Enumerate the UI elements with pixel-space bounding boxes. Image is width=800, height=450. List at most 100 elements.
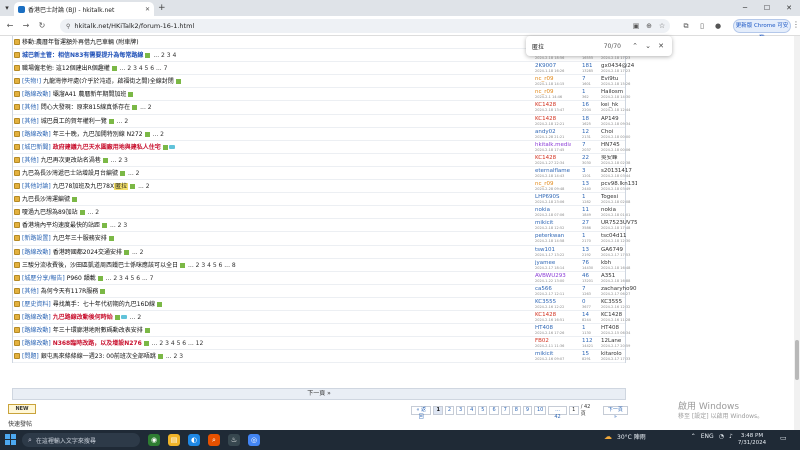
bookmark-star-icon[interactable]: ☆ [656, 20, 668, 32]
last-post-date[interactable]: 2024-2-15 06:34 [601, 331, 637, 336]
pager-page[interactable]: 9 [522, 406, 532, 415]
thread-row[interactable]: 九巴為長沙灣遞巴士站增設月台編號 ... 2 eternalflame 2024-2-… [13, 166, 632, 181]
thread-title[interactable]: 職場僱老他: 這12個建出R個趣權 [22, 65, 110, 72]
thread-category[interactable]: [路線改動] [22, 249, 51, 256]
thread-title[interactable]: 三駿分流收費後，沙田區凱道周西鐵巴士係咪應該可以全日 [22, 262, 178, 269]
pager-page[interactable]: 10 [534, 406, 547, 415]
notification-icon[interactable]: ▭ [780, 434, 787, 442]
thread-title[interactable]: 九巴78加班及九巴78X [53, 183, 114, 190]
thread-row[interactable]: [其他] 九巴再次更改站名渦巷 ... 2 3 KC1428 2024-1-27 22:… [13, 153, 630, 167]
thread-pages[interactable]: ... 2 3 [110, 222, 127, 229]
thread-title[interactable]: N368臨時改路，以及增設N276 [53, 340, 142, 347]
weather-icon[interactable]: ☁ [604, 432, 612, 441]
file-explorer-icon[interactable]: ▤ [168, 434, 180, 446]
author-name[interactable]: AVBWU293 [535, 273, 571, 279]
thread-title[interactable]: 壩溜A41 農曆新年期間加班 [53, 91, 127, 98]
thread-category[interactable]: [路線改動] [22, 91, 51, 98]
thread-row[interactable]: [路線改動] N368臨時改路，以及增設N276 ... 2 3 4 5 6 ...… [13, 337, 630, 351]
reload-icon[interactable]: ↻ [36, 20, 48, 32]
pager-page[interactable]: 8 [511, 406, 521, 415]
last-post-date[interactable]: 2024-2-18 16:88 [601, 279, 637, 284]
thread-title[interactable]: 九巴路線改動後何時始 [53, 314, 113, 321]
thread-pages[interactable]: ... 2 [153, 131, 164, 138]
last-post-date[interactable]: 2024-2-18 15:26 [601, 82, 637, 87]
thread-pages[interactable]: ... 2 [88, 209, 99, 216]
close-tab-icon[interactable]: ✕ [145, 6, 150, 13]
thread-title[interactable]: 移動:農曆年暫運額外再借九巴車輛 (附車牌) [22, 39, 139, 46]
last-post-date[interactable]: 2024-2-18 00:06 [601, 148, 637, 153]
last-post-date[interactable]: 2024-2-18 01:01 [601, 213, 637, 218]
last-post-date[interactable]: 2024-2-18 12:30 [601, 239, 637, 244]
new-thread-button[interactable]: NEW [8, 404, 36, 414]
back-icon[interactable]: ← [4, 20, 16, 32]
last-post-date[interactable]: 2024-2-18 03:49 [601, 187, 637, 192]
thread-title[interactable]: P960 韻載 [67, 275, 96, 282]
thread-row[interactable]: 九巴長沙灣運編號 LHP690S 2024-2-18 23:06 1 1282 Toges… [13, 193, 630, 207]
thread-category[interactable]: [其他] [22, 157, 39, 164]
thread-row[interactable]: [路線改動] 九巴路線改動後何時始 ... 2 KC1428 2024-2-16 16:… [13, 310, 630, 325]
thread-title[interactable]: 九巴年三十服務安排 [53, 235, 107, 242]
last-post-date[interactable]: 2024-2-17 06:27 [601, 292, 637, 297]
thread-category[interactable]: [其他討論] [22, 183, 51, 190]
last-post-date[interactable]: 2024-2-17 20:59 [601, 344, 637, 349]
tab-list-icon[interactable]: ▾ [2, 3, 12, 13]
thread-row[interactable]: [路線改動] 香港跨國都2024交通安排 ... 2 tsw101 2024-1-17 … [13, 245, 630, 259]
pager-page[interactable]: 3 [456, 406, 466, 415]
thread-row[interactable]: [路線改動] 年三十環廊港地附數碼動改表安排 HT408 2024-2-16 17:2… [13, 324, 630, 338]
address-bar[interactable]: ⚲ hkitalk.net/HKiTalk2/forum-16-1.html [60, 19, 670, 33]
last-post-date[interactable]: 2024-2-17 17:53 [601, 253, 637, 258]
last-post-date[interactable]: 2024-2-18 02:38 [601, 161, 637, 166]
wifi-icon[interactable]: ◔ [719, 433, 724, 440]
thread-pages[interactable]: ... 2 3 4 5 6 ... 12 [152, 340, 204, 347]
pager-page[interactable]: 4 [467, 406, 477, 415]
thread-pages[interactable]: ... 2 3 [166, 353, 183, 360]
maximize-icon[interactable]: ☐ [756, 0, 778, 16]
language-indicator[interactable]: ENG [701, 433, 714, 440]
find-next-icon[interactable]: ⌄ [643, 42, 653, 50]
thread-row[interactable]: 嗄過九巴想為89加站 ... 2 nokia 2024-2-18 07:06 11 184… [13, 206, 630, 220]
pager-page[interactable]: 5 [478, 406, 488, 415]
thread-category[interactable]: [失物!] [22, 78, 41, 85]
pager-page[interactable]: 6 [489, 406, 499, 415]
zoom-icon[interactable]: ⊕ [643, 20, 655, 32]
thread-row[interactable]: [新路設置] 九巴年三十服務安排 peterkwan 2024-2-18 14:58 1… [13, 232, 630, 246]
thread-category[interactable]: [其他] [22, 288, 39, 295]
thread-category[interactable]: [路線改動] [22, 131, 51, 138]
page-scrollbar[interactable] [794, 36, 800, 430]
weather-text[interactable]: 30°C 陣雨 [617, 432, 646, 441]
thread-category[interactable]: [路線改動] [22, 340, 51, 347]
thread-title[interactable]: 問心大發現：原來815線真係存在 [41, 104, 130, 111]
taskbar-search[interactable]: ⌕ 在這裡輸入文字來搜尋 [22, 433, 140, 447]
thread-row[interactable]: 三駿分流收費後，沙田區凱道周西鐵巴士係咪應該可以全日 ... 2 3 4 5 6 … [13, 258, 630, 272]
thread-pages[interactable]: ... 2 3 4 5 6 ... 8 [188, 262, 236, 269]
thread-row[interactable]: [其他] 為何今天有117R服務 ca566 2024-2-17 12:11 7 1263… [13, 284, 637, 298]
extensions-icon[interactable]: ⧉ [680, 20, 692, 32]
thread-category[interactable]: [其他] [22, 104, 39, 111]
find-prev-icon[interactable]: ⌃ [630, 42, 640, 50]
thread-title[interactable]: 城巴新主管：相信N83有需要提升為每常路線 [22, 52, 143, 59]
next-page-bar[interactable]: 下一頁 » [12, 388, 626, 400]
chrome-profile-app-icon[interactable]: ◎ [248, 434, 260, 446]
thread-title[interactable]: 九巴再次更改站名渦巷 [41, 157, 101, 164]
thread-row[interactable]: [路線改動] 壩溜A41 農曆新年期間加班 nc_r09 2024-2-1 14:46… [13, 88, 630, 102]
browser-menu-icon[interactable]: ⋮ [792, 20, 800, 29]
close-window-icon[interactable]: ✕ [778, 0, 800, 16]
thread-category[interactable]: [城巴新聞] [22, 144, 51, 151]
browser-tab[interactable]: 香港巴士討論 (BJ) - hkitalk.net ✕ [14, 2, 154, 16]
thread-title[interactable]: 香港境內平均速度最快的站距 [22, 222, 100, 229]
pager-page[interactable]: 7 [500, 406, 510, 415]
thread-row[interactable]: [路線改動] 年三十晚，九巴加開特別線 N272 ... 2 andy02 2024-1… [13, 127, 630, 141]
thread-category[interactable]: [城歷分享/報告] [22, 275, 65, 282]
thread-row[interactable]: [城巴新聞] 政府建議九巴天水圍廠用地與建私人住宅 hkitalk.media 202… [13, 140, 630, 154]
last-post-date[interactable]: 2024-2-18 02:08 [601, 200, 637, 205]
thread-pages[interactable]: ... 2 [130, 314, 141, 321]
thread-row[interactable]: [問題] 銀屯馬來條條線一週23: 00前班次全部唔跳 ... 2 3 mikicit… [13, 350, 630, 364]
thread-row[interactable]: [其他] 城巴員工的賀年權利一覽 ... 2 KC1428 2024-2-18 12:2… [13, 114, 630, 128]
thread-title[interactable]: 為何今天有117R服務 [41, 288, 99, 295]
quick-post-label[interactable]: 快速發帖 [8, 419, 32, 428]
scrollbar-thumb[interactable] [795, 340, 799, 380]
last-post-date[interactable]: 2024-2-16 11:28 [601, 318, 637, 323]
tray-chevron-icon[interactable]: ⌃ [691, 433, 696, 440]
last-post-date[interactable]: 2024-2-18 17:23 [601, 56, 637, 61]
thread-row[interactable]: 職場僱老他: 這12個建出R個趣權 ... 2 3 4 5 6 ... 7 2K90… [13, 62, 634, 76]
